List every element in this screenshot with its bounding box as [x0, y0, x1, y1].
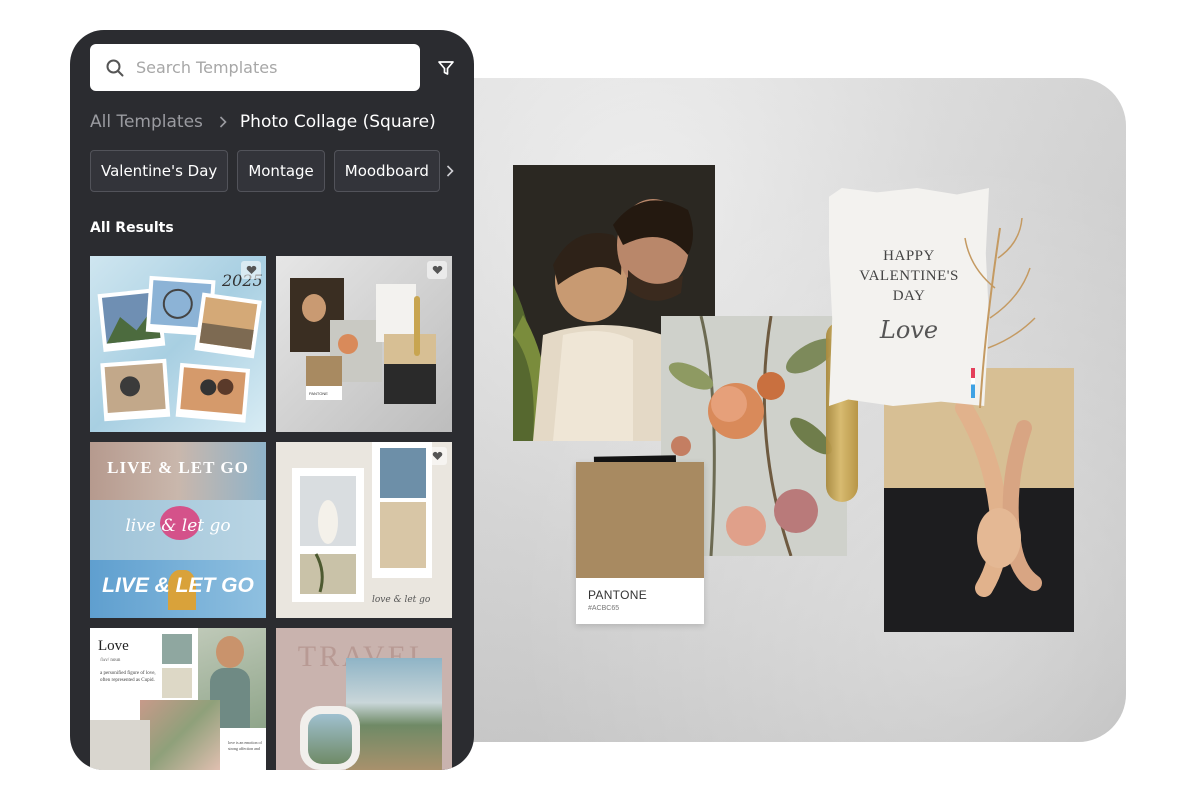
template-thumbnail[interactable]: 2025: [90, 256, 266, 432]
thumb-live-line-3: LIVE & LET GO: [102, 574, 254, 597]
template-thumbnail[interactable]: LIVE & LET GO live & let go LIVE & LET G…: [90, 442, 266, 618]
thumb-love-body: a personified figure of love, often repr…: [100, 671, 156, 683]
heart-icon[interactable]: [427, 447, 447, 465]
chip-valentines-day[interactable]: Valentine's Day: [90, 150, 229, 192]
chevron-right-icon: [219, 116, 227, 128]
thumb-live-line-1: LIVE & LET GO: [107, 458, 249, 477]
template-thumbnail[interactable]: PANTONE: [276, 256, 452, 432]
collage-canvas[interactable]: PANTONE #ACBC65 HAPPY VALENTINE'S DAY Lo…: [440, 78, 1126, 742]
pantone-code: #ACBC65: [588, 605, 620, 612]
chip-moodboard[interactable]: Moodboard: [333, 150, 440, 192]
search-input[interactable]: [136, 58, 396, 77]
thumb-film-text: love & let go: [372, 595, 431, 605]
results-heading: All Results: [90, 220, 174, 236]
thumb-live-line-2: live & let go: [125, 516, 231, 536]
chevron-right-icon[interactable]: [446, 150, 460, 192]
pantone-swatch[interactable]: PANTONE #ACBC65: [576, 462, 704, 624]
thumb-love-title: Love: [98, 638, 129, 654]
heart-icon[interactable]: [241, 261, 261, 279]
pantone-label: PANTONE: [588, 588, 648, 602]
search-box[interactable]: [90, 44, 420, 91]
chip-montage[interactable]: Montage: [237, 150, 325, 192]
breadcrumb-current: Photo Collage (Square): [239, 112, 436, 132]
dried-branch-decoration: [964, 217, 1036, 408]
breadcrumb: All Templates Photo Collage (Square): [90, 110, 436, 134]
pantone-color-block: [576, 462, 704, 578]
thumb-love-subtitle: /lʌv/ noun: [100, 658, 121, 663]
template-thumbnail[interactable]: TRAVEL: [276, 628, 452, 770]
template-thumbnail[interactable]: Love /lʌv/ noun a personified figure of …: [90, 628, 266, 770]
category-chips: Valentine's Day Montage Moodboard: [90, 150, 460, 192]
template-thumbnail[interactable]: love & let go: [276, 442, 452, 618]
search-icon: [106, 59, 124, 76]
thumb-love-caption: love is an emotion of strong affection a…: [228, 740, 262, 751]
thumb-pantone: PANTONE: [309, 391, 328, 396]
breadcrumb-all-templates[interactable]: All Templates: [90, 112, 203, 132]
heart-icon[interactable]: [427, 261, 447, 279]
filter-icon[interactable]: [437, 59, 455, 77]
template-sidebar: All Templates Photo Collage (Square) Val…: [70, 30, 474, 770]
